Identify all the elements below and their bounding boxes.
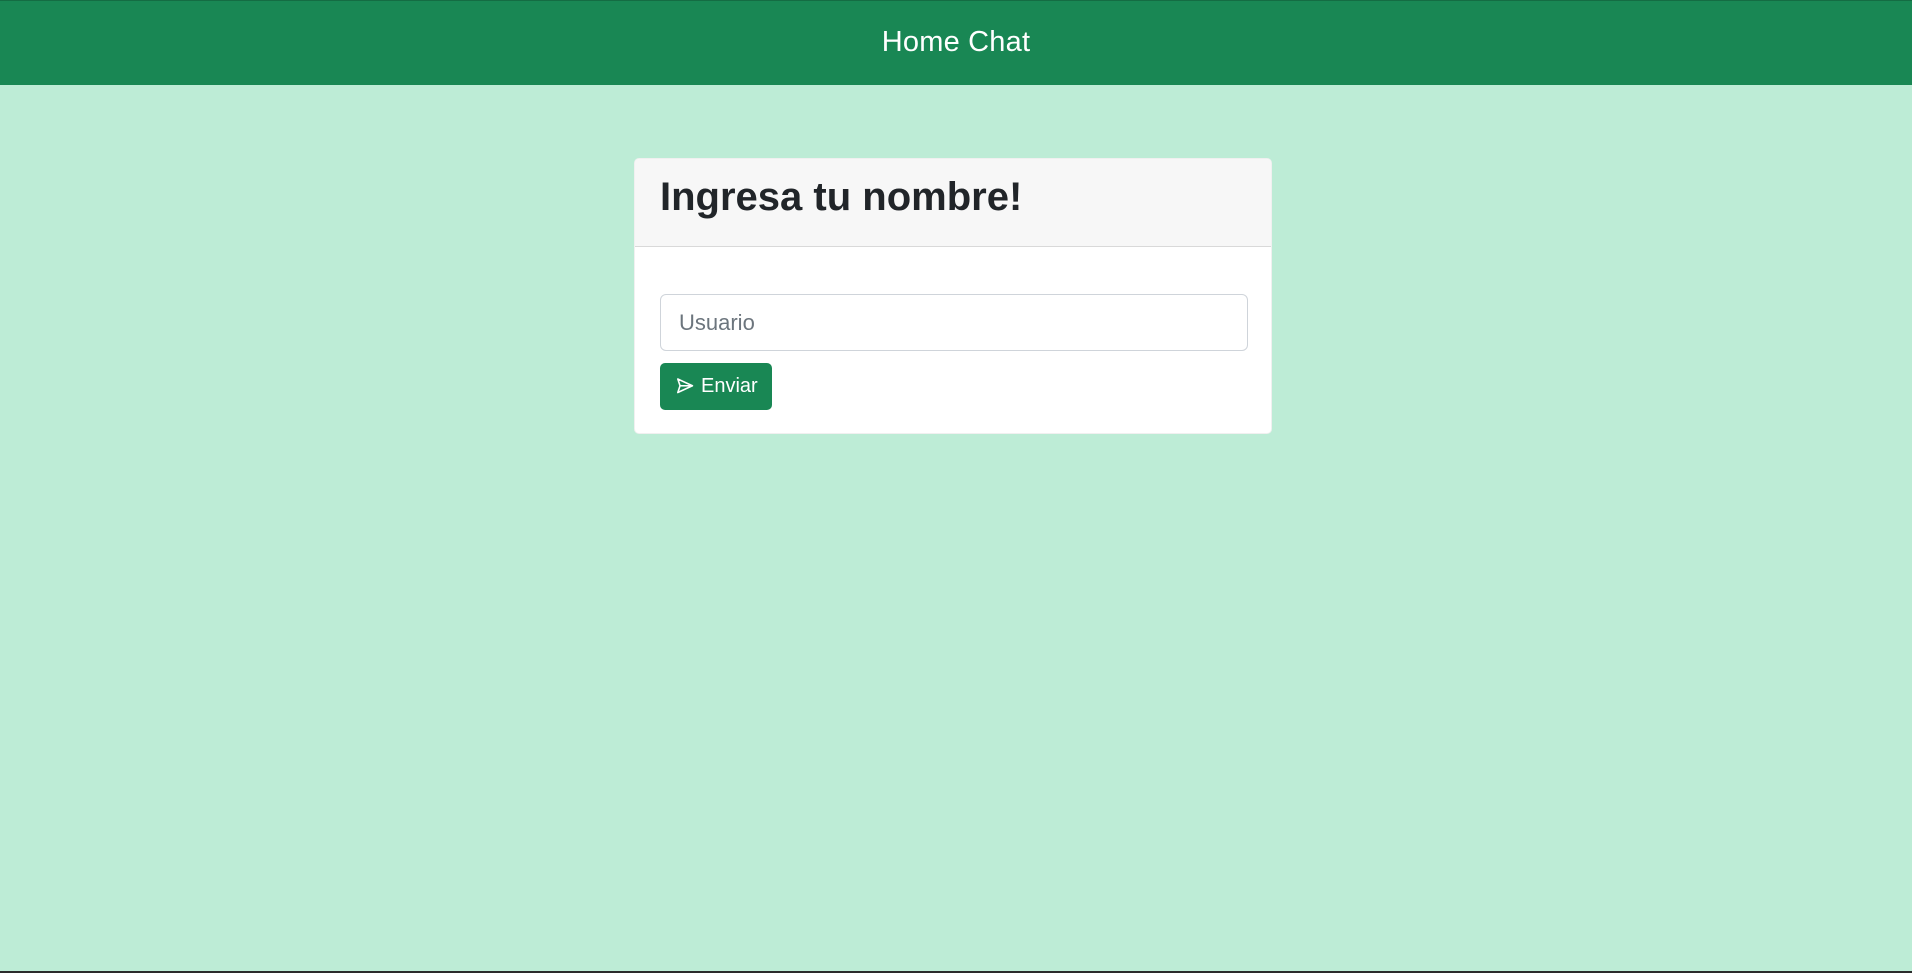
- send-icon: [676, 377, 694, 395]
- card-title: Ingresa tu nombre!: [660, 175, 1023, 219]
- card-body: Enviar: [635, 247, 1271, 410]
- app-title: Home Chat: [881, 25, 1031, 58]
- login-card: Ingresa tu nombre! Enviar: [634, 158, 1272, 434]
- username-input[interactable]: [660, 294, 1248, 351]
- card-header: Ingresa tu nombre!: [635, 159, 1271, 247]
- send-button-label: Enviar: [701, 375, 758, 397]
- send-button[interactable]: Enviar: [660, 363, 772, 410]
- top-navbar: Home Chat: [0, 0, 1912, 85]
